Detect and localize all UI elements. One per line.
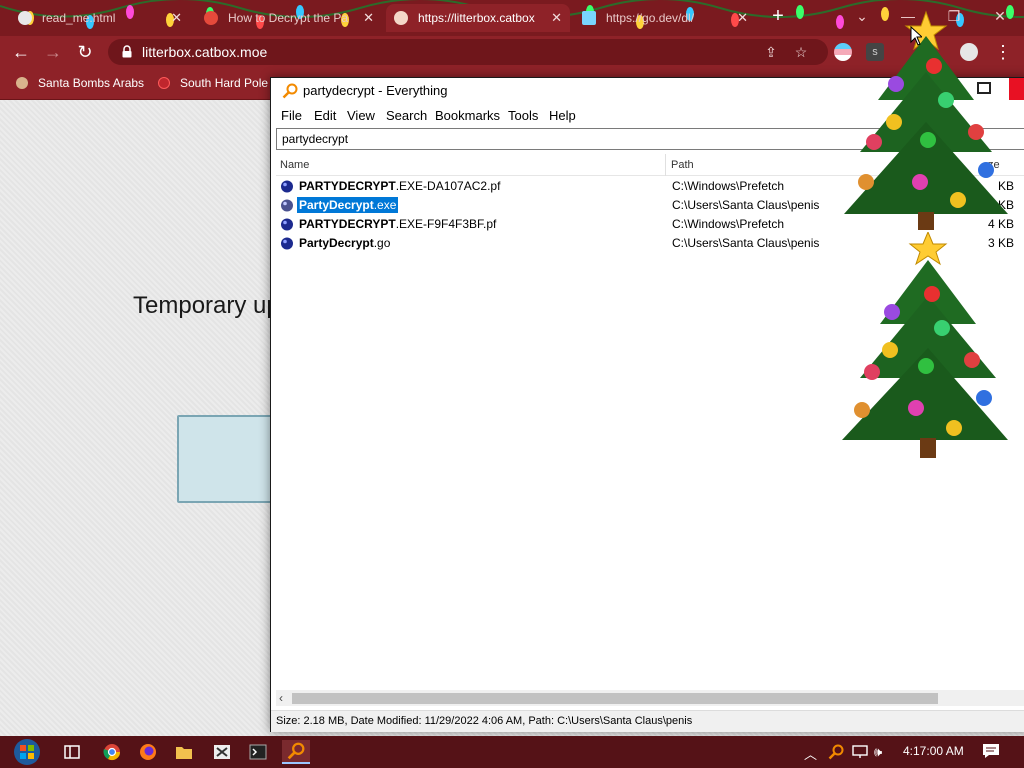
menu-help[interactable]: Help [549,108,576,123]
bookmark-star-icon[interactable]: ☆ [792,43,810,61]
tab-litterbox[interactable]: https://litterbox.catbox ✕ [386,4,570,32]
file-name: PartyDecrypt.exe [297,197,399,213]
bookmark-label: South Hard Pole [180,76,269,90]
bookmark-santa-bombs-arabs[interactable]: Santa Bombs Arabs [16,76,144,90]
taskbar-chrome[interactable] [98,740,126,764]
forward-button[interactable]: → [42,41,64,63]
tab-go-dev[interactable]: https://go.dev/dl/ ✕ [574,4,756,32]
scroll-left-icon[interactable]: ‹ [279,691,283,705]
everything-icon [287,742,305,760]
file-name: PARTYDECRYPT.EXE-F9F4F3BF.pf [299,217,497,231]
file-name: PARTYDECRYPT.EXE-DA107AC2.pf [299,179,501,193]
menu-edit[interactable]: Edit [314,108,336,123]
taskbar-cmd[interactable] [244,740,272,764]
taskbar-file-explorer[interactable] [170,740,198,764]
taskbar-firefox[interactable] [134,740,162,764]
menu-tools[interactable]: Tools [508,108,538,123]
christmas-tree-decoration [842,232,1008,458]
file-icon [281,199,293,212]
file-path: C:\Windows\Prefetch [672,179,785,193]
menu-bookmarks[interactable]: Bookmarks [435,108,500,123]
new-tab-button[interactable]: + [768,6,788,26]
firefox-icon [140,744,156,760]
status-bar: Size: 2.18 MB, Date Modified: 11/29/2022… [271,710,1024,732]
cat-icon [394,11,408,25]
tab-title: https://go.dev/dl/ [606,11,695,25]
close-icon[interactable]: ✕ [171,10,182,26]
file-path: C:\Users\Santa Claus\penis [672,198,820,212]
gopher-icon [582,11,596,25]
folder-icon [176,747,192,759]
mouse-cursor-icon [910,26,922,46]
start-button[interactable] [8,737,46,767]
lock-icon [122,45,132,58]
globe-icon [18,11,32,25]
back-button[interactable]: ← [10,41,32,63]
file-icon [281,237,293,250]
scrollbar-thumb[interactable] [292,693,938,704]
menu-search[interactable]: Search [386,108,427,123]
address-bar[interactable]: litterbox.catbox.moe ⇪ ☆ [108,39,828,65]
network-icon[interactable] [852,745,868,759]
bookmark-favicon [16,77,28,89]
reload-button[interactable]: ↻ [74,41,96,63]
tab-how-to-decrypt[interactable]: How to Decrypt the Pa ✕ [196,4,382,32]
close-icon[interactable]: ✕ [737,10,748,26]
terminal-icon [249,744,267,760]
tab-title: read_me.html [42,11,116,25]
column-name[interactable]: Name [280,159,309,171]
app-window-icon [214,745,230,759]
clock[interactable]: 4:17:00 AM [903,744,964,758]
url-text: litterbox.catbox.moe [142,44,268,60]
christmas-tree-decoration [844,10,1008,230]
column-divider[interactable] [665,154,666,176]
bookmark-south-hard-pole[interactable]: South Hard Pole [158,76,268,90]
close-icon[interactable]: ✕ [551,10,562,26]
page-heading: Temporary up [133,292,280,319]
taskbar-everything[interactable] [282,740,310,764]
task-view-button[interactable] [58,740,86,764]
magnifier-icon [282,83,298,99]
bookmark-favicon [158,77,170,89]
horizontal-scrollbar[interactable]: ‹ [276,690,1024,706]
window-title: partydecrypt - Everything [303,83,448,98]
everything-tray-icon[interactable] [828,744,844,760]
taskbar-app[interactable] [208,740,236,764]
close-icon[interactable]: ✕ [363,10,374,26]
file-path: C:\Users\Santa Claus\penis [672,236,820,250]
taskbar: ︿ 🕪 4:17:00 AM [0,736,1024,768]
tab-read-me[interactable]: read_me.html ✕ [10,4,190,32]
task-view-icon [64,745,80,759]
tab-title: https://litterbox.catbox [418,11,535,25]
bookmark-label: Santa Bombs Arabs [38,76,145,90]
volume-icon[interactable]: 🕪 [874,744,882,760]
file-path: C:\Windows\Prefetch [672,217,785,231]
notification-center-icon[interactable] [982,743,1000,759]
show-hidden-icons-icon[interactable]: ︿ [804,744,817,763]
file-icon [281,180,293,193]
youtube-icon [204,11,218,25]
file-name: PartyDecrypt.go [299,236,391,250]
chrome-icon [103,744,121,761]
menu-view[interactable]: View [347,108,375,123]
menu-file[interactable]: File [281,108,302,123]
tab-title: How to Decrypt the Pa [228,11,349,25]
column-path[interactable]: Path [671,159,694,171]
share-icon[interactable]: ⇪ [762,43,780,61]
file-icon [281,218,293,231]
